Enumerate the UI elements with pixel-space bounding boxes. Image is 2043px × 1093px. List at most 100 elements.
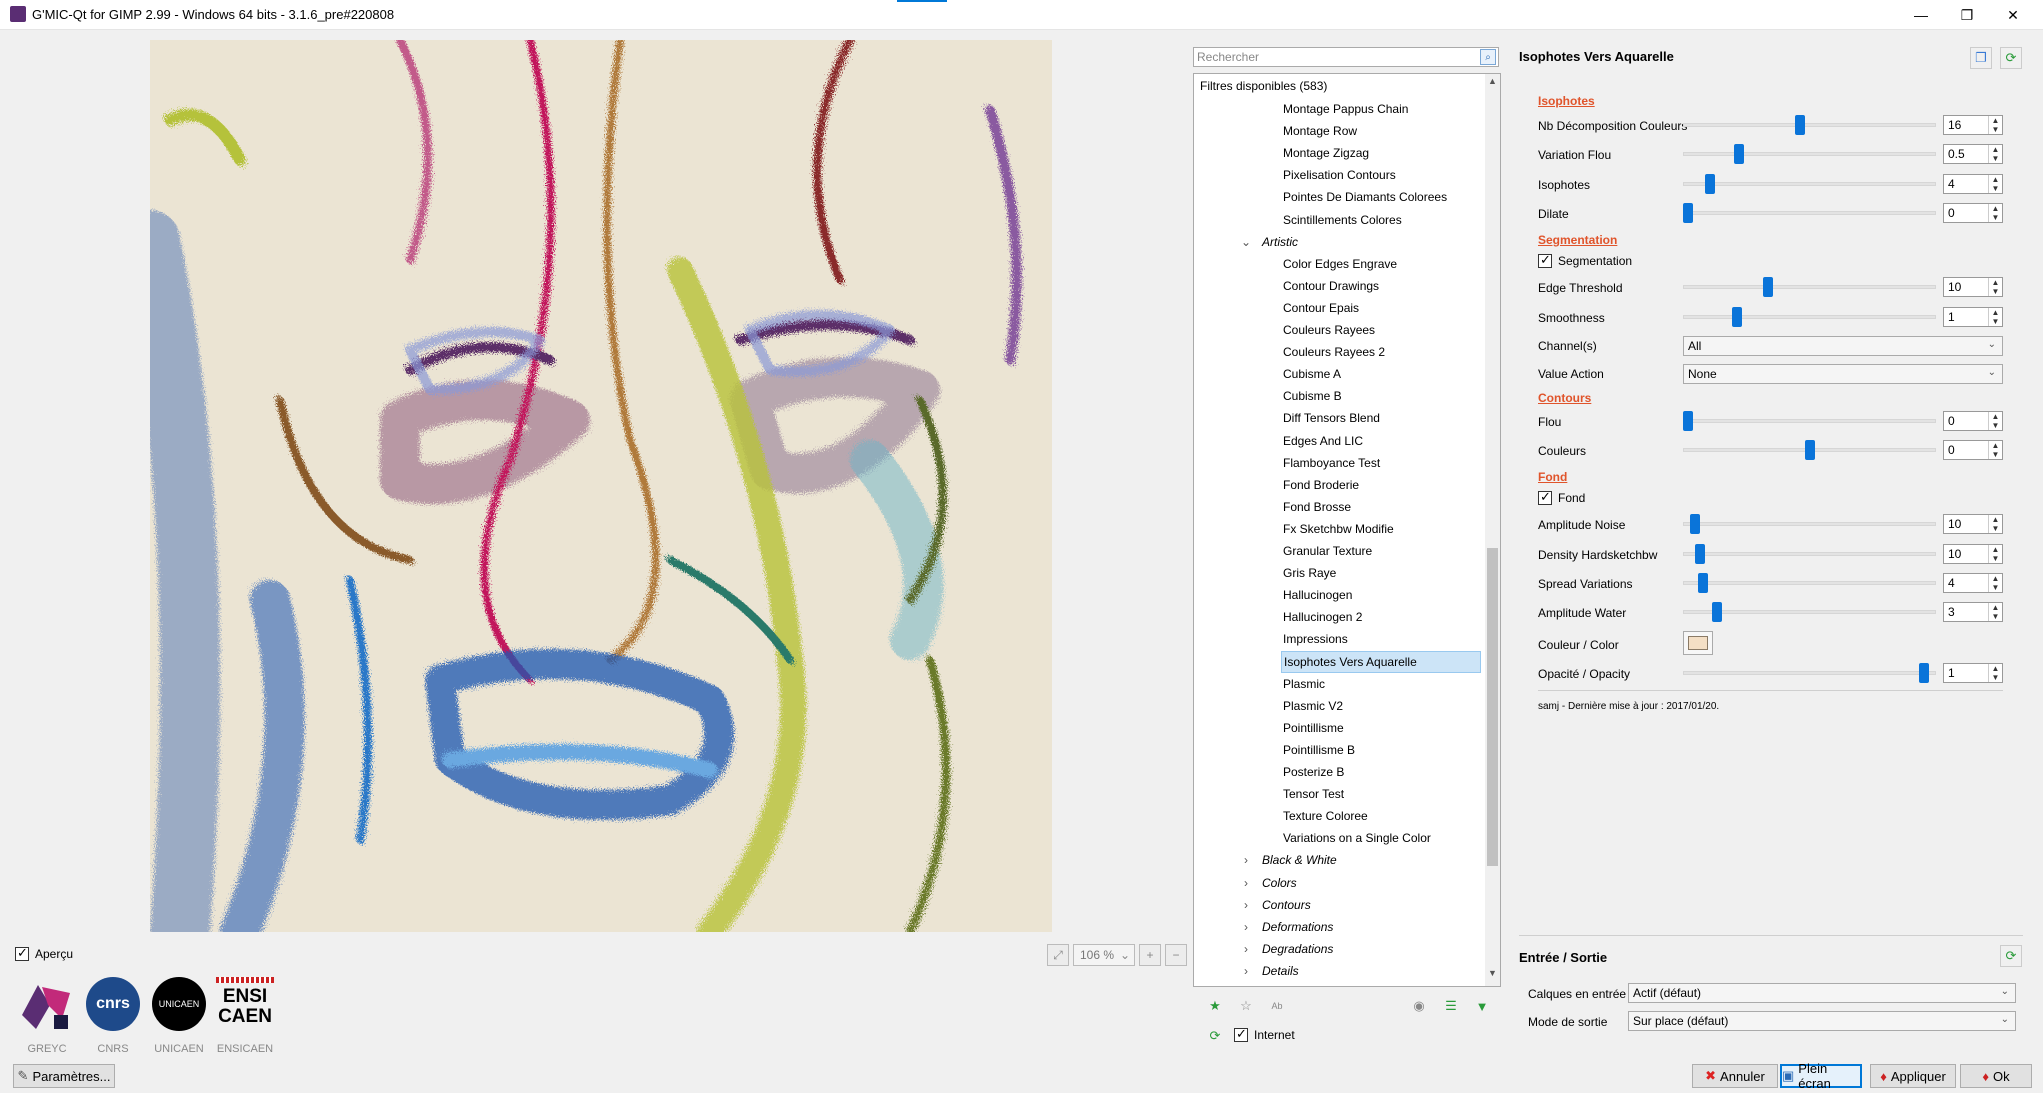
filter-item[interactable]: Color Edges Engrave [1283,253,1397,275]
spin-arrows-icon[interactable]: ▲ ▼ [1988,603,2002,621]
dilate-slider-handle[interactable] [1683,203,1693,223]
search-icon[interactable]: ⌕ [1480,49,1496,65]
filter-search-input[interactable]: Rechercher ⌕ [1193,47,1499,67]
spread-variations-slider[interactable] [1683,581,1936,585]
settings-button[interactable]: ✎ Paramètres... [13,1064,115,1088]
zoom-in-icon[interactable]: + [1139,944,1161,966]
dilate-slider[interactable] [1683,211,1936,215]
edge-threshold-slider[interactable] [1683,285,1936,289]
apply-button[interactable]: ♦ Appliquer [1870,1064,1956,1088]
remove-favorite-icon[interactable]: ☆ [1235,995,1257,1017]
filter-tree[interactable]: Filtres disponibles (583) Montage Pappus… [1193,73,1501,987]
isophotes-slider-handle[interactable] [1704,174,1715,194]
amplitude-noise-slider-handle[interactable] [1690,514,1701,534]
chevron-right-icon[interactable]: › [1240,849,1252,871]
dilate-spinbox[interactable]: 0 ▲ ▼ [1943,203,2003,223]
couleurs-slider-handle[interactable] [1804,440,1815,460]
filter-item[interactable]: Texture Coloree [1283,805,1368,827]
filter-item[interactable]: Couleurs Rayees [1283,319,1375,341]
amplitude-water-spinbox[interactable]: 3 ▲ ▼ [1943,602,2003,622]
filter-item[interactable]: Granular Texture [1283,540,1372,562]
filter-item[interactable]: Montage Pappus Chain [1283,98,1408,120]
input-layers-select[interactable]: Actif (défaut) ⌄ [1628,983,2016,1003]
opacite-slider[interactable] [1683,671,1936,675]
filter-item[interactable]: Pointes De Diamants Colorees [1283,186,1447,208]
filter-item[interactable]: Posterize B [1283,761,1344,783]
chevron-right-icon[interactable]: › [1240,872,1252,894]
variation-flou-slider[interactable] [1683,152,1936,156]
filter-item[interactable]: Couleurs Rayees 2 [1283,341,1385,363]
filter-group[interactable]: › Black & White [1244,849,1337,871]
scrollbar-thumb[interactable] [1487,548,1498,866]
isophotes-spinbox[interactable]: 4 ▲ ▼ [1943,174,2003,194]
filter-group[interactable]: › Colors [1244,872,1297,894]
reset-parameters-icon[interactable]: ⟳ [2000,47,2022,69]
filter-item[interactable]: Edges And LIC [1283,430,1363,452]
spin-arrows-icon[interactable]: ▲ ▼ [1988,574,2002,592]
close-button[interactable]: ✕ [1991,0,2035,30]
preview-checkbox[interactable] [15,945,29,961]
add-favorite-icon[interactable]: ★ [1204,995,1226,1017]
value-action-select[interactable]: None ⌄ [1683,364,2003,384]
filter-item[interactable]: Pixelisation Contours [1283,164,1396,186]
spread-variations-spinbox[interactable]: 4 ▲ ▼ [1943,573,2003,593]
fond-checkbox[interactable] [1538,489,1552,505]
spin-arrows-icon[interactable]: ▲ ▼ [1988,145,2002,163]
spin-arrows-icon[interactable]: ▲ ▼ [1988,664,2002,682]
spin-arrows-icon[interactable]: ▲ ▼ [1988,545,2002,563]
segmentation-checkbox[interactable] [1538,252,1552,268]
amplitude-noise-spinbox[interactable]: 10 ▲ ▼ [1943,514,2003,534]
zoom-out-icon[interactable]: − [1165,944,1187,966]
nb-decomp-slider-handle[interactable] [1794,115,1805,135]
refresh-io-icon[interactable]: ⟳ [2000,945,2022,967]
amplitude-noise-slider[interactable] [1683,522,1936,526]
isophotes-slider[interactable] [1683,182,1936,186]
filter-group[interactable]: › Deformations [1244,916,1333,938]
copy-to-clipboard-icon[interactable]: ❐ [1970,47,1992,69]
filter-item[interactable]: Pointillisme [1283,717,1344,739]
filter-item[interactable]: Fond Broderie [1283,474,1359,496]
output-mode-select[interactable]: Sur place (défaut) ⌄ [1628,1011,2016,1031]
nb-decomp-spinbox[interactable]: 16 ▲ ▼ [1943,115,2003,135]
opacite-spinbox[interactable]: 1 ▲ ▼ [1943,663,2003,683]
density-hardsketchbw-slider-handle[interactable] [1695,544,1706,564]
density-hardsketchbw-slider[interactable] [1683,552,1936,556]
color-swatch-button[interactable] [1683,631,1713,655]
filter-item[interactable]: Montage Row [1283,120,1357,142]
spin-arrows-icon[interactable]: ▲ ▼ [1988,204,2002,222]
smoothness-slider-handle[interactable] [1731,307,1742,327]
chevron-right-icon[interactable]: › [1240,960,1252,982]
flou-spinbox[interactable]: 0 ▲ ▼ [1943,411,2003,431]
filter-item[interactable]: Hallucinogen [1283,584,1352,606]
channels-select[interactable]: All ⌄ [1683,336,2003,356]
filter-item[interactable]: Impressions [1283,628,1348,650]
filter-item[interactable]: Plasmic V2 [1283,695,1343,717]
fond-toggle[interactable]: Fond [1538,489,1585,505]
spin-arrows-icon[interactable]: ▲ ▼ [1988,278,2002,296]
spread-variations-slider-handle[interactable] [1697,573,1708,593]
chevron-right-icon[interactable]: › [1240,894,1252,916]
scroll-down-icon[interactable]: ▼ [1485,968,1500,984]
filter-group-artistic[interactable]: ⌄ Artistic [1241,231,1298,253]
filter-item[interactable]: Contour Drawings [1283,275,1379,297]
flou-slider[interactable] [1683,419,1936,423]
filter-item[interactable]: Cubisme A [1283,363,1341,385]
filter-item[interactable]: Variations on a Single Color [1283,827,1431,849]
filter-item[interactable]: Pointillisme B [1283,739,1355,761]
filter-group[interactable]: › Details [1244,960,1299,982]
filter-item[interactable]: Hallucinogen 2 [1283,606,1362,628]
chevron-down-icon[interactable]: ⌄ [1240,231,1252,253]
filter-tree-scrollbar[interactable]: ▲ ▼ [1485,74,1500,986]
filter-item[interactable]: Fond Brosse [1283,496,1351,518]
variation-flou-slider-handle[interactable] [1734,144,1745,164]
smoothness-spinbox[interactable]: 1 ▲ ▼ [1943,307,2003,327]
variation-flou-spinbox[interactable]: 0.5 ▲ ▼ [1943,144,2003,164]
filter-item-selected[interactable]: Isophotes Vers Aquarelle [1281,650,1481,673]
spin-arrows-icon[interactable]: ▲ ▼ [1988,441,2002,459]
filter-item[interactable]: Tensor Test [1283,783,1344,805]
filter-item[interactable]: Montage Zigzag [1283,142,1369,164]
ok-button[interactable]: ♦ Ok [1960,1064,2032,1088]
spin-arrows-icon[interactable]: ▲ ▼ [1988,308,2002,326]
cancel-button[interactable]: ✖ Annuler [1692,1064,1778,1088]
preview-image[interactable] [150,40,1052,932]
